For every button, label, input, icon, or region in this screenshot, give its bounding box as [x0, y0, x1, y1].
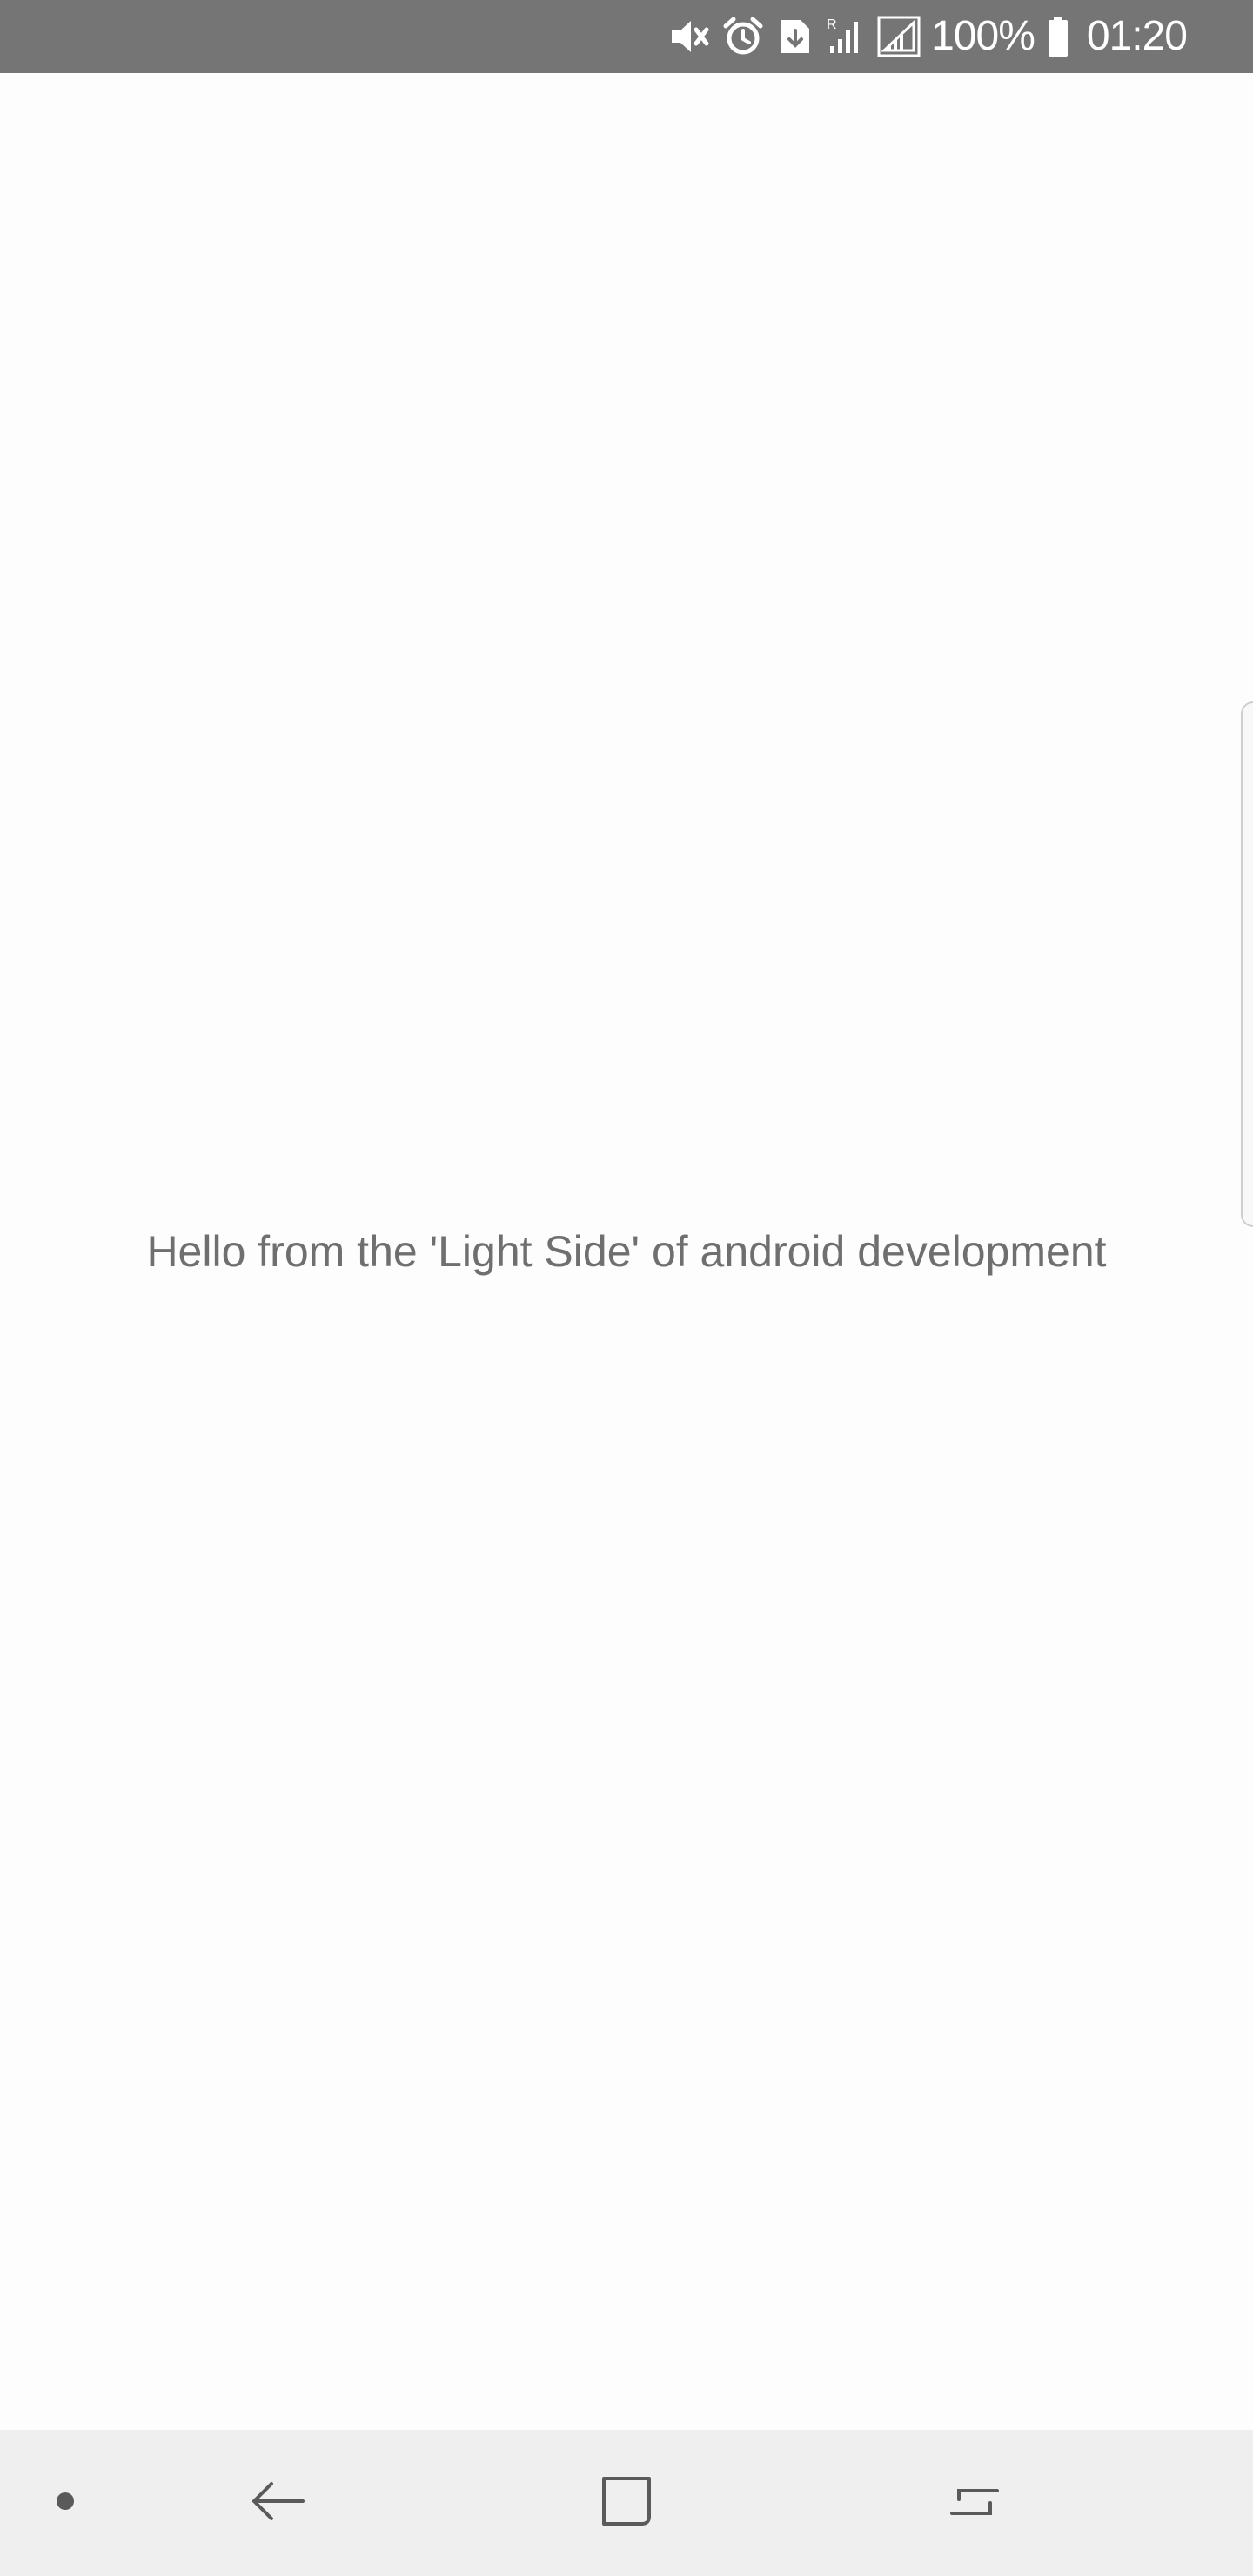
hello-message: Hello from the 'Light Side' of android d…	[146, 1227, 1107, 1276]
status-bar: R 100% 01:20	[0, 0, 1253, 73]
navigation-bar	[0, 2430, 1253, 2576]
recent-apps-button[interactable]	[931, 2430, 1018, 2576]
signal-icon	[877, 16, 921, 57]
home-button[interactable]	[583, 2430, 670, 2576]
main-content: Hello from the 'Light Side' of android d…	[0, 73, 1253, 2430]
back-button[interactable]	[235, 2430, 322, 2576]
nav-dot-button[interactable]	[35, 2430, 96, 2576]
svg-text:R: R	[827, 17, 837, 32]
home-icon	[599, 2473, 654, 2533]
dot-icon	[55, 2491, 76, 2516]
alarm-icon	[722, 16, 764, 57]
status-time: 01:20	[1086, 13, 1188, 59]
back-icon	[251, 2473, 306, 2533]
battery-percent: 100%	[931, 13, 1035, 59]
download-icon	[776, 17, 814, 57]
recent-apps-icon	[947, 2473, 1002, 2533]
mute-icon	[668, 17, 710, 56]
roaming-signal-icon: R	[827, 17, 865, 57]
edge-panel-handle[interactable]	[1241, 701, 1253, 1227]
battery-icon	[1047, 16, 1069, 57]
